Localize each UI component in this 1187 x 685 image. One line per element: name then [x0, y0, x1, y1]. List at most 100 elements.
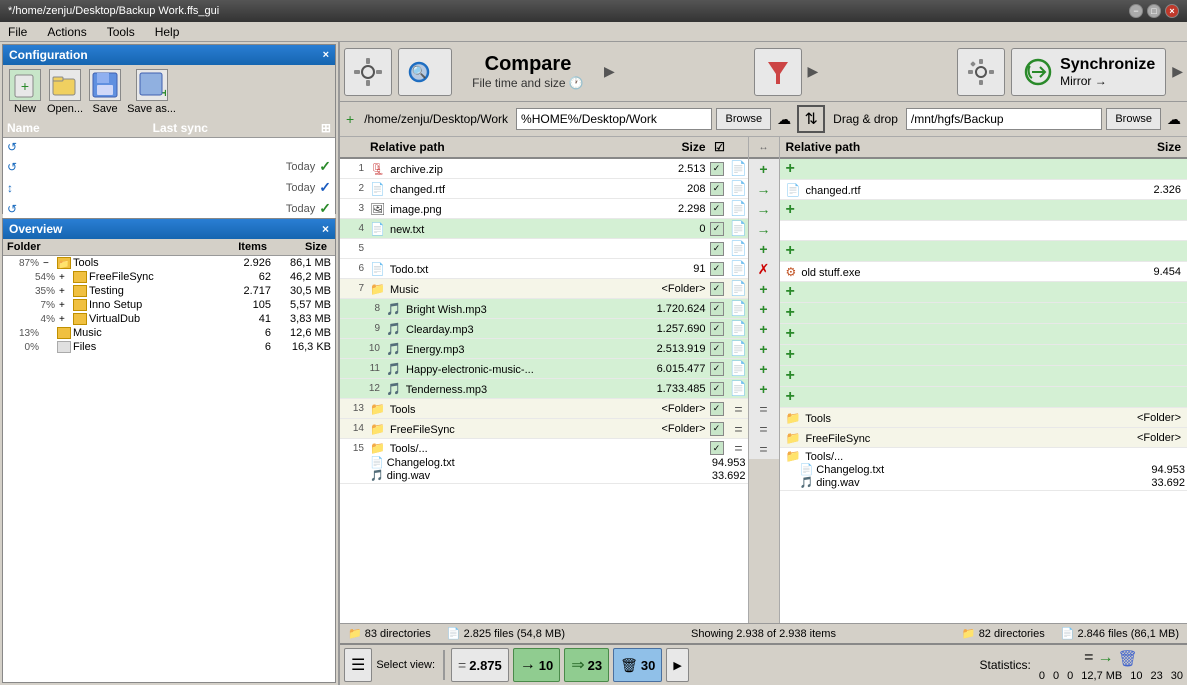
right-cloud-icon[interactable]: ☁: [1165, 109, 1183, 130]
close-button[interactable]: ×: [1165, 4, 1179, 18]
right-browse-button[interactable]: Browse: [1106, 108, 1161, 130]
trash-button[interactable]: 🗑 30: [613, 648, 662, 682]
minimize-button[interactable]: −: [1129, 4, 1143, 18]
left-file-row-14[interactable]: 14 📁 FreeFileSync <Folder> ✓ =: [340, 419, 748, 439]
left-file-row-6[interactable]: 6 📄 Todo.txt 91 ✓ 📄: [340, 259, 748, 279]
left-row7-action[interactable]: 📄: [730, 281, 748, 297]
left-row8-check[interactable]: ✓: [710, 302, 724, 316]
new-config-button[interactable]: + New: [9, 69, 41, 115]
right-file-row-13[interactable]: 📁 Tools <Folder>: [780, 408, 1187, 428]
mid-action-15[interactable]: =: [749, 439, 779, 459]
right-file-row-8[interactable]: +: [780, 303, 1187, 324]
config-session-vms[interactable]: ↺ Backup VMs Today ✓: [3, 198, 335, 219]
config-session-last[interactable]: ↺ [Last session]: [3, 138, 335, 156]
maximize-button[interactable]: □: [1147, 4, 1161, 18]
left-row5-check[interactable]: ✓: [710, 242, 724, 256]
mid-action-13[interactable]: =: [749, 399, 779, 419]
left-row8-action[interactable]: 📄: [730, 301, 748, 317]
left-browse-button[interactable]: Browse: [716, 108, 771, 130]
open-config-button[interactable]: Open...: [47, 69, 83, 115]
mid-action-6[interactable]: ✗: [749, 259, 779, 279]
left-file-row-5[interactable]: 5 ✓ 📄: [340, 239, 748, 259]
left-row5-action[interactable]: 📄: [730, 241, 748, 257]
left-row10-check[interactable]: ✓: [710, 342, 724, 356]
right-path-input[interactable]: [906, 108, 1102, 130]
config-close-button[interactable]: ×: [323, 49, 329, 61]
left-row10-action[interactable]: 📄: [730, 341, 748, 357]
menu-actions[interactable]: Actions: [43, 24, 90, 40]
mid-action-2[interactable]: →: [749, 179, 779, 199]
mid-action-3[interactable]: →: [749, 199, 779, 219]
equals-filter-button[interactable]: = 2.875: [451, 648, 509, 682]
left-cloud-icon[interactable]: ☁: [775, 109, 793, 130]
left-row3-action[interactable]: 📄: [730, 201, 748, 217]
left-row11-check[interactable]: ✓: [710, 362, 724, 376]
mid-action-5[interactable]: +: [749, 239, 779, 259]
mid-action-12[interactable]: +: [749, 379, 779, 399]
sync-arrow-button[interactable]: ⇒ 23: [564, 648, 609, 682]
right-file-row-4[interactable]: [780, 221, 1187, 241]
gear-button[interactable]: [957, 48, 1005, 96]
overview-row-tools[interactable]: 87% − 📁 Tools 2.926 86,1 MB: [3, 256, 335, 270]
overview-row-freefilesync[interactable]: 54% + FreeFileSync 62 46,2 MB: [3, 270, 335, 284]
left-row6-check[interactable]: ✓: [710, 262, 724, 276]
left-row14-check[interactable]: ✓: [710, 422, 724, 436]
right-file-row-9[interactable]: +: [780, 324, 1187, 345]
right-file-row-7[interactable]: +: [780, 282, 1187, 303]
mid-action-7[interactable]: +: [749, 279, 779, 299]
left-row2-check[interactable]: ✓: [710, 182, 724, 196]
settings-button[interactable]: [344, 48, 392, 96]
left-row13-check[interactable]: ✓: [710, 402, 724, 416]
left-row14-action[interactable]: =: [730, 421, 748, 437]
overview-row-music[interactable]: 13% Music 6 12,6 MB: [3, 326, 335, 340]
right-file-row-12[interactable]: +: [780, 387, 1187, 408]
right-file-row-2[interactable]: 📄 changed.rtf 2.326: [780, 180, 1187, 200]
compare-arrow[interactable]: ▶: [604, 63, 615, 80]
drag-drop-button[interactable]: ⇅: [797, 105, 825, 133]
right-file-row-10[interactable]: +: [780, 345, 1187, 366]
select-view-button[interactable]: ☰: [344, 648, 372, 682]
more-button[interactable]: ▶: [666, 648, 688, 682]
overview-row-inno[interactable]: 7% + Inno Setup 105 5,57 MB: [3, 298, 335, 312]
right-file-row-11[interactable]: +: [780, 366, 1187, 387]
mid-action-9[interactable]: +: [749, 319, 779, 339]
right-file-row-6[interactable]: ⚙ old stuff.exe 9.454: [780, 262, 1187, 282]
sync-arrow[interactable]: ▶: [1172, 63, 1183, 80]
left-file-row-8[interactable]: 8 🎵 Bright Wish.mp3 1.720.624 ✓ 📄: [340, 299, 748, 319]
arrow-right-filter-button[interactable]: → 10: [513, 648, 560, 682]
menu-file[interactable]: File: [4, 24, 31, 40]
left-path-input[interactable]: [516, 108, 712, 130]
left-file-row-10[interactable]: 10 🎵 Energy.mp3 2.513.919 ✓ 📄: [340, 339, 748, 359]
filter-arrow[interactable]: ▶: [808, 63, 819, 80]
mid-action-11[interactable]: +: [749, 359, 779, 379]
left-row9-action[interactable]: 📄: [730, 321, 748, 337]
left-row3-check[interactable]: ✓: [710, 202, 724, 216]
overview-row-testing[interactable]: 35% + Testing 2.717 30,5 MB: [3, 284, 335, 298]
left-row7-check[interactable]: ✓: [710, 282, 724, 296]
synchronize-button[interactable]: Synchronize Mirror →: [1011, 48, 1166, 96]
mid-action-4[interactable]: →: [749, 219, 779, 239]
left-file-row-9[interactable]: 9 🎵 Clearday.mp3 1.257.690 ✓ 📄: [340, 319, 748, 339]
mid-action-14[interactable]: =: [749, 419, 779, 439]
compare-button[interactable]: 🔍: [398, 48, 452, 96]
left-row1-action[interactable]: 📄: [730, 161, 748, 177]
mid-action-10[interactable]: +: [749, 339, 779, 359]
left-file-row-1[interactable]: 1 🗜 archive.zip 2.513 ✓ 📄: [340, 159, 748, 179]
left-row15-action[interactable]: =: [730, 440, 748, 456]
left-file-row-2[interactable]: 2 📄 changed.rtf 208 ✓ 📄: [340, 179, 748, 199]
save-config-button[interactable]: Save: [89, 69, 121, 115]
right-file-row-14[interactable]: 📁 FreeFileSync <Folder>: [780, 428, 1187, 448]
left-row4-action[interactable]: 📄: [730, 221, 748, 237]
menu-tools[interactable]: Tools: [103, 24, 139, 40]
right-file-row-1[interactable]: +: [780, 159, 1187, 180]
overview-row-files[interactable]: 0% Files 6 16,3 KB: [3, 340, 335, 354]
right-file-row-3[interactable]: +: [780, 200, 1187, 221]
mid-action-8[interactable]: +: [749, 299, 779, 319]
left-file-row-11[interactable]: 11 🎵 Happy-electronic-music-... 6.015.47…: [340, 359, 748, 379]
add-left-path-button[interactable]: +: [344, 109, 356, 129]
left-row12-check[interactable]: ✓: [710, 382, 724, 396]
right-file-row-15[interactable]: 📁 Tools/... 📄 Changelog.txt 94.953 🎵 din…: [780, 448, 1187, 491]
left-file-row-7[interactable]: 7 📁 Music <Folder> ✓ 📄: [340, 279, 748, 299]
menu-help[interactable]: Help: [151, 24, 184, 40]
config-session-firefox[interactable]: ↺ Backup Firefox Today ✓: [3, 156, 335, 177]
